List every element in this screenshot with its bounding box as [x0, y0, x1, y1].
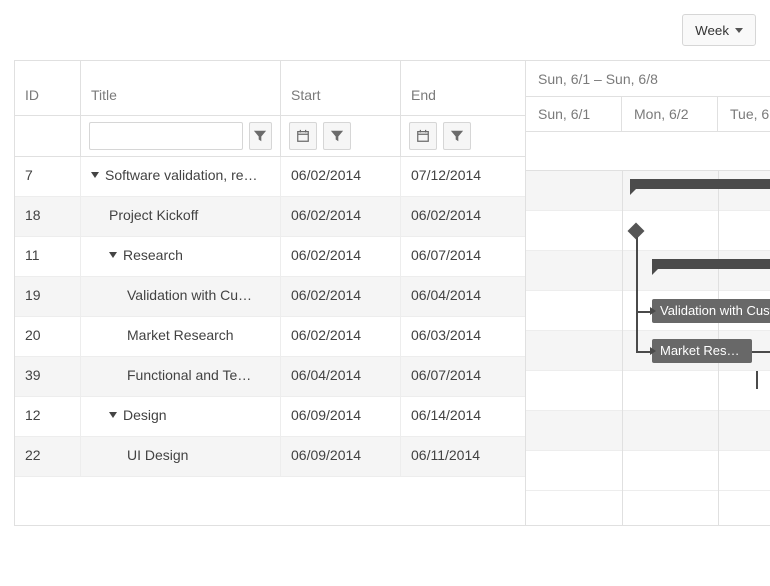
- cell-end: 06/14/2014: [401, 397, 525, 436]
- col-title[interactable]: Title: [81, 61, 281, 115]
- table-row[interactable]: 22 UI Design 06/09/201406/11/2014: [15, 437, 525, 477]
- title-filter-input[interactable]: [89, 122, 243, 150]
- cell-title: Research: [81, 237, 281, 276]
- view-select-label: Week: [695, 23, 729, 38]
- cell-start: 06/02/2014: [281, 237, 401, 276]
- cell-id: 11: [15, 237, 81, 276]
- expand-toggle-icon[interactable]: [109, 412, 117, 418]
- grid-body: 7Software validation, re…06/02/201407/12…: [15, 157, 525, 477]
- table-row[interactable]: 7 Software validation, re… 06/02/201407/12…: [15, 157, 525, 197]
- end-datepicker-button[interactable]: [409, 122, 437, 150]
- title-filter-button[interactable]: [249, 122, 272, 150]
- table-row[interactable]: 18 Project Kickoff 06/02/201406/02/2014: [15, 197, 525, 237]
- cell-id: 18: [15, 197, 81, 236]
- grid-header: ID Title Start End: [15, 61, 525, 116]
- timeline-row: [526, 451, 770, 491]
- expand-toggle-icon[interactable]: [91, 172, 99, 178]
- view-select-button[interactable]: Week: [682, 14, 756, 46]
- start-datepicker-button[interactable]: [289, 122, 317, 150]
- funnel-icon: [253, 129, 267, 143]
- funnel-icon: [450, 129, 464, 143]
- cell-id: 20: [15, 317, 81, 356]
- summary-bar[interactable]: [630, 179, 770, 189]
- day-column-header: Mon, 6/2: [622, 97, 718, 131]
- summary-bar[interactable]: [652, 259, 770, 269]
- start-filter-button[interactable]: [323, 122, 351, 150]
- cell-title: Validation with Cu…: [81, 277, 281, 316]
- cell-end: 06/11/2014: [401, 437, 525, 476]
- grid-filter-row: [15, 116, 525, 157]
- col-id[interactable]: ID: [15, 61, 81, 115]
- timeline-day-header: Sun, 6/1Mon, 6/2Tue, 6: [526, 97, 770, 132]
- table-row[interactable]: 39 Functional and Te… 06/04/201406/07/2014: [15, 357, 525, 397]
- col-start[interactable]: Start: [281, 61, 401, 115]
- gantt-container: ID Title Start End: [14, 60, 770, 526]
- cell-start: 06/02/2014: [281, 197, 401, 236]
- calendar-icon: [296, 129, 310, 143]
- cell-start: 06/02/2014: [281, 157, 401, 196]
- timeline[interactable]: Sun, 6/1 – Sun, 6/8 Sun, 6/1Mon, 6/2Tue,…: [526, 61, 770, 525]
- timeline-row: [526, 171, 770, 211]
- cell-start: 06/09/2014: [281, 437, 401, 476]
- cell-id: 39: [15, 357, 81, 396]
- day-column-header: Sun, 6/1: [526, 97, 622, 131]
- cell-start: 06/02/2014: [281, 277, 401, 316]
- timeline-row: [526, 371, 770, 411]
- cell-title: Project Kickoff: [81, 197, 281, 236]
- title-text: Project Kickoff: [109, 207, 198, 223]
- col-end[interactable]: End: [401, 61, 525, 115]
- cell-start: 06/09/2014: [281, 397, 401, 436]
- cell-id: 19: [15, 277, 81, 316]
- timeline-filter-spacer: [526, 132, 770, 171]
- cell-id: 7: [15, 157, 81, 196]
- cell-id: 22: [15, 437, 81, 476]
- cell-start: 06/02/2014: [281, 317, 401, 356]
- calendar-icon: [416, 129, 430, 143]
- cell-end: 06/02/2014: [401, 197, 525, 236]
- cell-end: 06/07/2014: [401, 237, 525, 276]
- day-column-header: Tue, 6: [718, 97, 770, 131]
- funnel-icon: [330, 129, 344, 143]
- cell-end: 06/03/2014: [401, 317, 525, 356]
- table-row[interactable]: 11 Research 06/02/201406/07/2014: [15, 237, 525, 277]
- title-text: Functional and Te…: [127, 367, 251, 383]
- chevron-down-icon: [735, 28, 743, 33]
- cell-start: 06/04/2014: [281, 357, 401, 396]
- end-filter-button[interactable]: [443, 122, 471, 150]
- timeline-body[interactable]: Validation with Cust Market Rese…: [526, 171, 770, 525]
- timeline-row: [526, 251, 770, 291]
- title-text: Research: [123, 247, 183, 263]
- cell-title: UI Design: [81, 437, 281, 476]
- task-bar[interactable]: Market Rese…: [652, 339, 752, 363]
- timeline-row: [526, 411, 770, 451]
- task-bar[interactable]: Validation with Cust: [652, 299, 770, 323]
- title-text: Validation with Cu…: [127, 287, 252, 303]
- table-row[interactable]: 19 Validation with Cu… 06/02/201406/04/201…: [15, 277, 525, 317]
- timeline-range-label: Sun, 6/1 – Sun, 6/8: [526, 61, 770, 97]
- cell-title: Software validation, re…: [81, 157, 281, 196]
- table-row[interactable]: 20 Market Research 06/02/201406/03/2014: [15, 317, 525, 357]
- cell-id: 12: [15, 397, 81, 436]
- cell-end: 07/12/2014: [401, 157, 525, 196]
- cell-title: Design: [81, 397, 281, 436]
- title-text: Design: [123, 407, 167, 423]
- title-text: UI Design: [127, 447, 188, 463]
- cell-title: Functional and Te…: [81, 357, 281, 396]
- cell-end: 06/07/2014: [401, 357, 525, 396]
- timeline-row: [526, 211, 770, 251]
- task-grid: ID Title Start End: [15, 61, 526, 525]
- cell-end: 06/04/2014: [401, 277, 525, 316]
- table-row[interactable]: 12 Design 06/09/201406/14/2014: [15, 397, 525, 437]
- expand-toggle-icon[interactable]: [109, 252, 117, 258]
- title-text: Market Research: [127, 327, 234, 343]
- cell-title: Market Research: [81, 317, 281, 356]
- title-text: Software validation, re…: [105, 167, 258, 183]
